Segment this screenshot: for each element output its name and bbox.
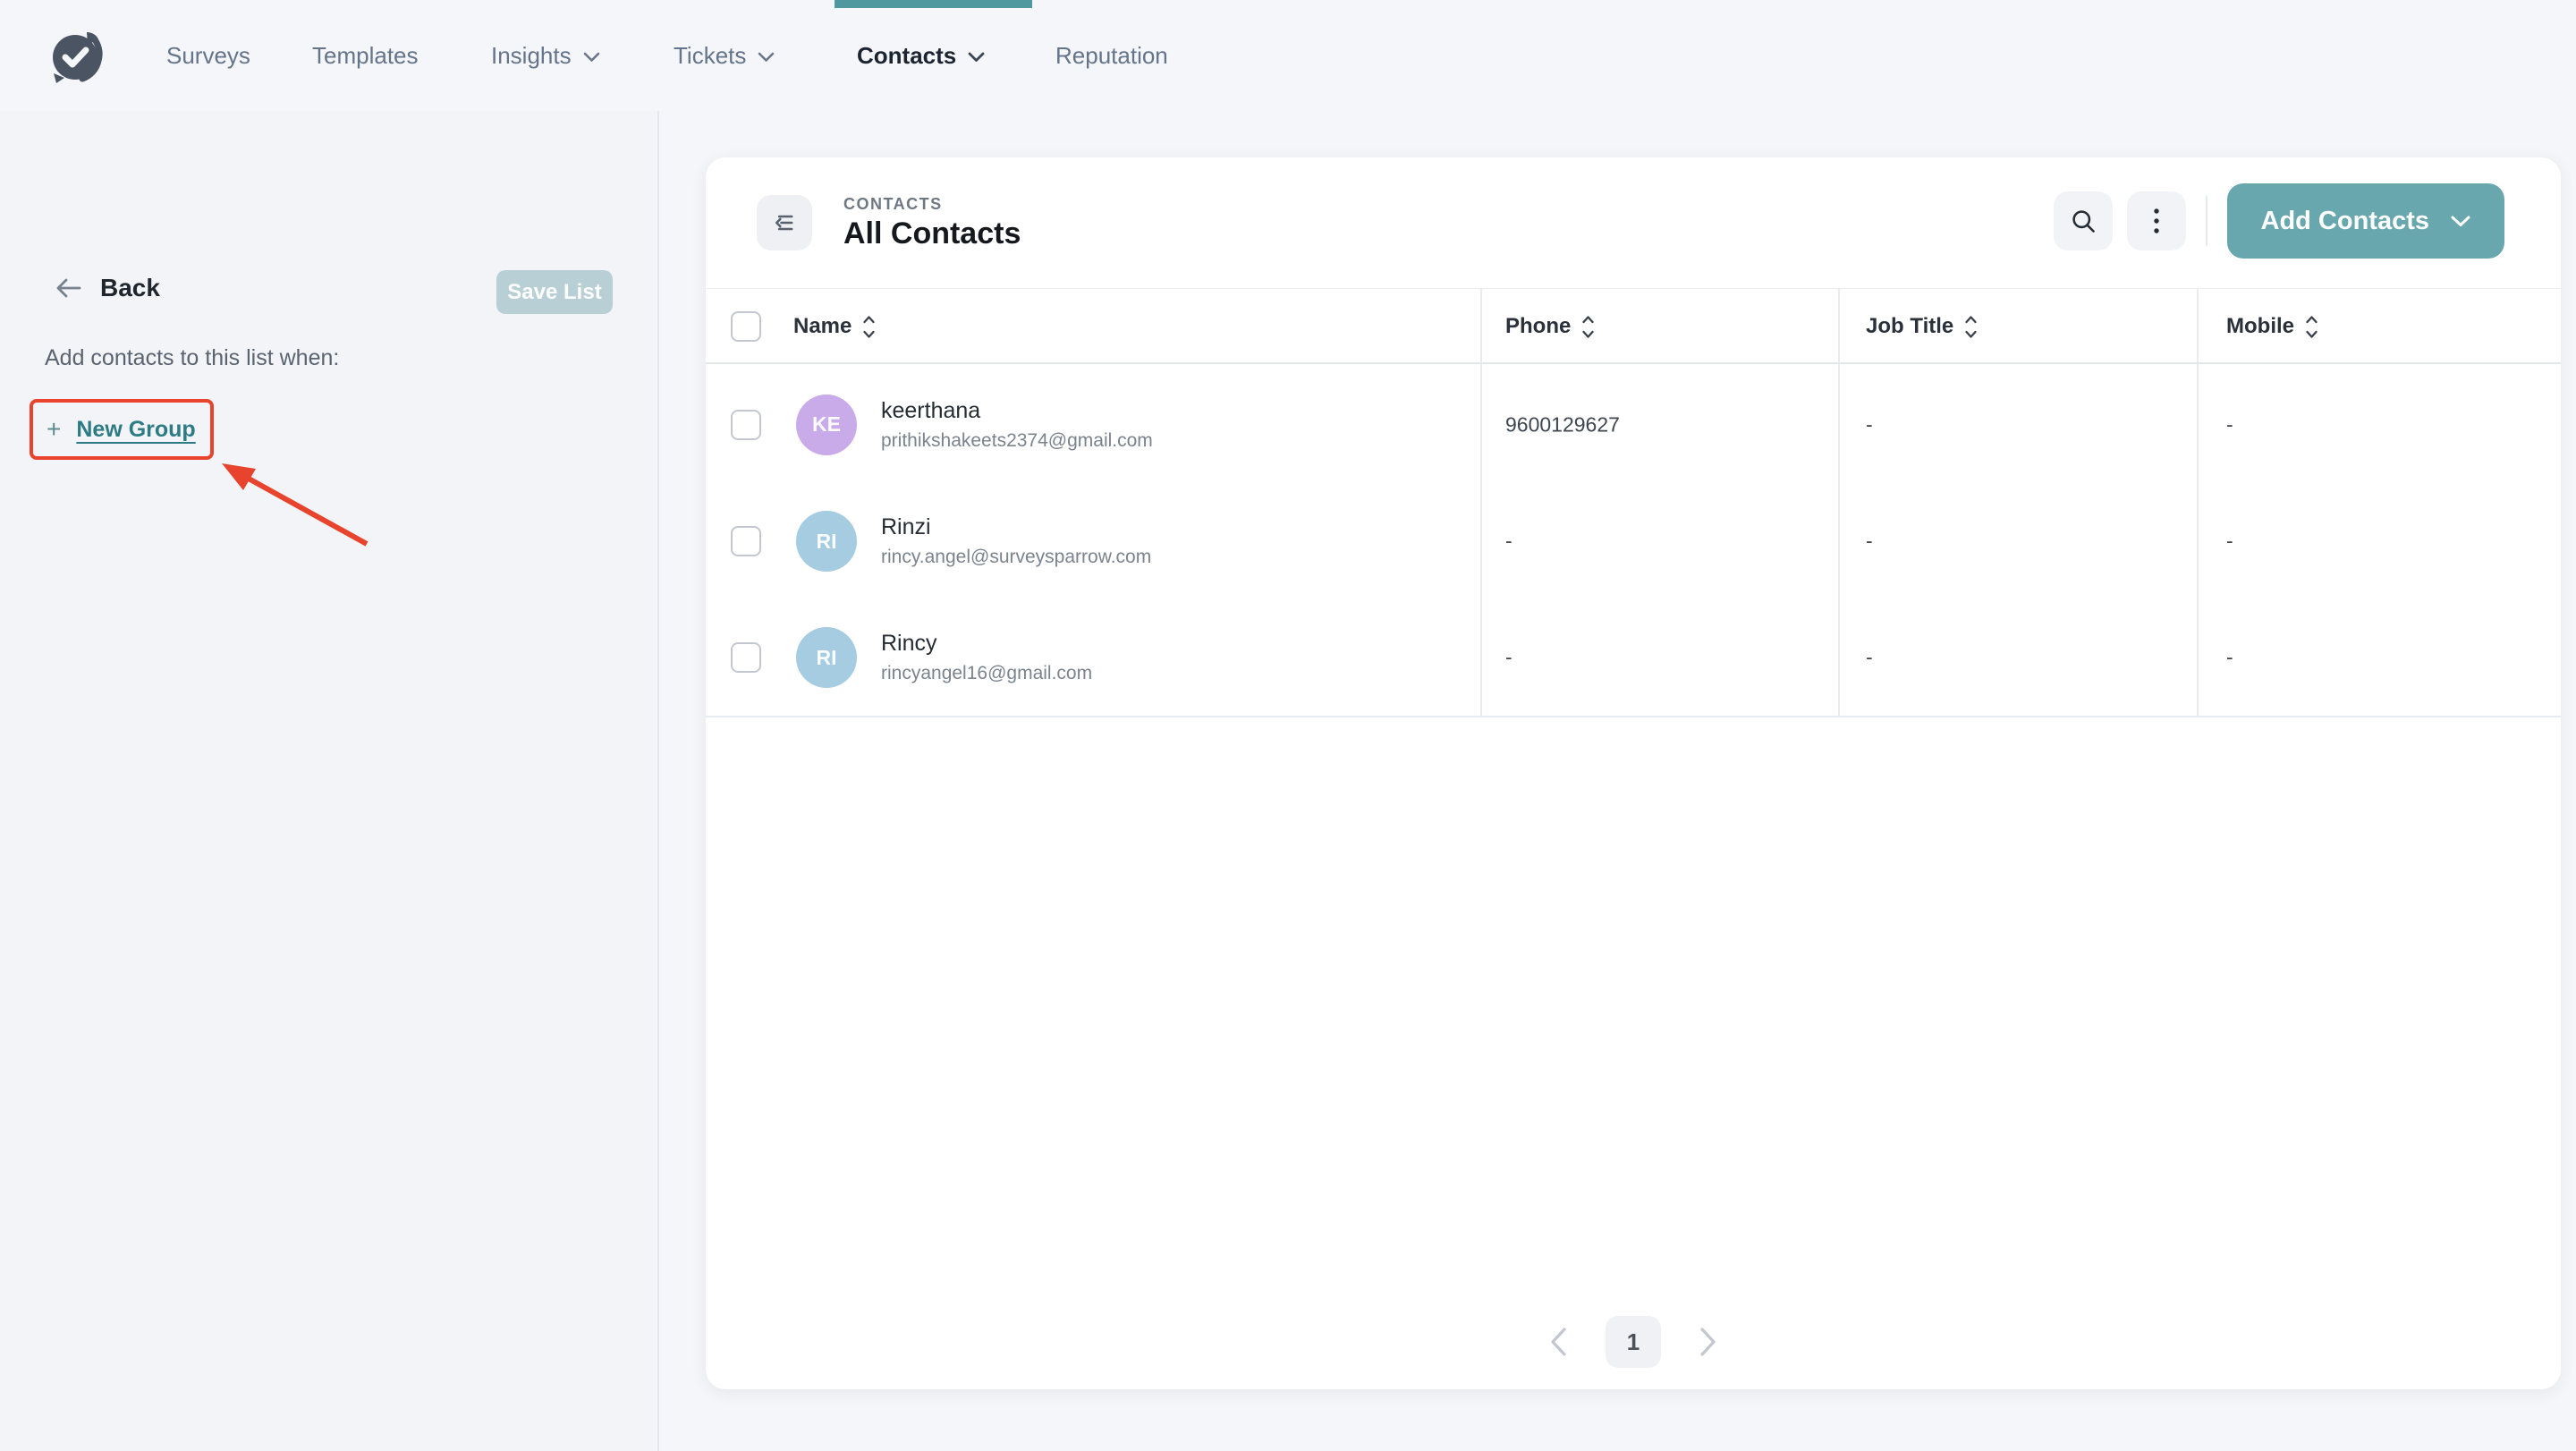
- add-contacts-button[interactable]: Add Contacts: [2227, 183, 2505, 259]
- chevron-left-icon: [1548, 1327, 1568, 1357]
- contact-phone: -: [1505, 646, 1513, 670]
- contact-phone: -: [1505, 530, 1513, 554]
- contact-mobile: -: [2226, 646, 2233, 670]
- contact-avatar: RI: [796, 627, 857, 688]
- card-header-actions: Add Contacts: [2054, 183, 2505, 259]
- contact-name: Rinzi: [881, 514, 1151, 540]
- header-divider: [2206, 196, 2207, 246]
- contact-email: prithikshakeets2374@gmail.com: [881, 430, 1153, 452]
- contact-job-title: -: [1866, 530, 1873, 554]
- top-navigation: Surveys Templates Insights Tickets Conta…: [0, 0, 2576, 111]
- surveysparrow-logo[interactable]: [48, 25, 107, 86]
- nav-item-tickets[interactable]: Tickets: [674, 0, 775, 111]
- contact-name-block: keerthana prithikshakeets2374@gmail.com: [881, 398, 1153, 452]
- contact-job-title: -: [1866, 646, 1873, 670]
- nav-item-contacts[interactable]: Contacts: [857, 0, 985, 111]
- nav-item-reputation[interactable]: Reputation: [1055, 0, 1168, 111]
- search-icon: [2070, 208, 2097, 234]
- sort-icon: [1964, 315, 1978, 339]
- sort-icon: [1581, 315, 1595, 339]
- breadcrumb: CONTACTS: [843, 195, 943, 214]
- contact-name-block: Rincy rincyangel16@gmail.com: [881, 631, 1092, 684]
- list-condition-prompt: Add contacts to this list when:: [45, 345, 339, 371]
- table-row[interactable]: RI Rinzi rincy.angel@surveysparrow.com -…: [706, 483, 2561, 599]
- column-header-name[interactable]: Name: [793, 289, 876, 364]
- contacts-table-body: KE keerthana prithikshakeets2374@gmail.c…: [706, 366, 2561, 717]
- contact-name: keerthana: [881, 398, 1153, 424]
- chevron-down-icon: [583, 52, 600, 63]
- arrow-left-icon: [54, 276, 82, 300]
- nav-item-templates[interactable]: Templates: [312, 0, 419, 111]
- table-row[interactable]: RI Rincy rincyangel16@gmail.com - - -: [706, 599, 2561, 716]
- back-label: Back: [100, 274, 160, 302]
- nav-item-label: Reputation: [1055, 42, 1168, 70]
- contact-mobile: -: [2226, 530, 2233, 554]
- back-button[interactable]: Back: [54, 274, 160, 302]
- page-number[interactable]: 1: [1606, 1316, 1661, 1368]
- new-group-highlight-box: + New Group: [30, 399, 214, 460]
- previous-page-button[interactable]: [1548, 1327, 1568, 1357]
- collapse-panel-button[interactable]: [757, 195, 812, 250]
- contact-phone: 9600129627: [1505, 412, 1620, 437]
- chevron-down-icon: [968, 52, 985, 63]
- table-header: Name Phone Job Title Mobile: [706, 289, 2561, 364]
- list-builder-sidebar: Back Save List Add contacts to this list…: [0, 111, 659, 1451]
- nav-item-label: Insights: [491, 42, 572, 70]
- sort-icon: [862, 315, 876, 339]
- save-list-label: Save List: [507, 280, 601, 305]
- contact-avatar: RI: [796, 511, 857, 572]
- plus-icon: +: [47, 417, 61, 442]
- nav-item-surveys[interactable]: Surveys: [166, 0, 250, 111]
- search-button[interactable]: [2054, 191, 2113, 250]
- row-checkbox[interactable]: [731, 642, 761, 673]
- nav-item-label: Surveys: [166, 42, 250, 70]
- more-options-button[interactable]: [2127, 191, 2186, 250]
- add-contacts-label: Add Contacts: [2261, 207, 2430, 236]
- contact-mobile: -: [2226, 412, 2233, 437]
- contact-name: Rincy: [881, 631, 1092, 657]
- page-title: All Contacts: [843, 216, 1021, 251]
- new-group-link[interactable]: New Group: [76, 417, 195, 443]
- nav-item-label: Tickets: [674, 42, 746, 70]
- nav-item-label: Contacts: [857, 42, 956, 70]
- kebab-menu-icon: [2153, 207, 2160, 235]
- column-header-job-title[interactable]: Job Title: [1866, 289, 1978, 364]
- collapse-panel-icon: [772, 210, 797, 235]
- contact-avatar: KE: [796, 395, 857, 455]
- annotation-arrow: [215, 458, 376, 551]
- all-contacts-card: CONTACTS All Contacts Add Contacts: [706, 157, 2561, 1389]
- contact-email: rincy.angel@surveysparrow.com: [881, 547, 1151, 568]
- next-page-button[interactable]: [1699, 1327, 1718, 1357]
- select-all-checkbox-wrap: [731, 311, 761, 342]
- sort-icon: [2305, 315, 2318, 339]
- pagination: 1: [1548, 1316, 1718, 1368]
- contact-job-title: -: [1866, 412, 1873, 437]
- row-checkbox[interactable]: [731, 410, 761, 440]
- save-list-button[interactable]: Save List: [496, 270, 613, 314]
- contact-email: rincyangel16@gmail.com: [881, 663, 1092, 684]
- select-all-checkbox[interactable]: [731, 311, 761, 342]
- nav-item-insights[interactable]: Insights: [491, 0, 600, 111]
- contact-name-block: Rinzi rincy.angel@surveysparrow.com: [881, 514, 1151, 568]
- nav-item-label: Templates: [312, 42, 419, 70]
- chevron-right-icon: [1699, 1327, 1718, 1357]
- table-row[interactable]: KE keerthana prithikshakeets2374@gmail.c…: [706, 366, 2561, 483]
- column-header-phone[interactable]: Phone: [1505, 289, 1595, 364]
- chevron-down-icon: [758, 52, 775, 63]
- chevron-down-icon: [2451, 216, 2470, 227]
- row-checkbox[interactable]: [731, 526, 761, 556]
- column-header-mobile[interactable]: Mobile: [2226, 289, 2318, 364]
